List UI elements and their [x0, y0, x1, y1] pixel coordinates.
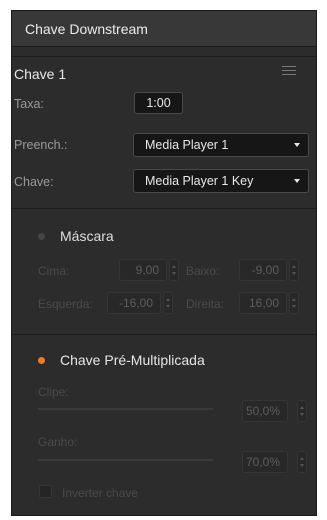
fill-source-value: Media Player 1: [145, 138, 229, 152]
section-divider: [12, 334, 317, 335]
mask-bottom-stepper[interactable]: [289, 259, 299, 281]
premult-toggle-indicator[interactable]: [38, 357, 45, 364]
mask-left-input[interactable]: -16,00: [107, 292, 161, 314]
divider: [12, 56, 316, 57]
gain-input[interactable]: 70,0%: [242, 451, 288, 473]
mask-top-stepper[interactable]: [169, 259, 179, 281]
invert-key-label: Inverter chave: [62, 486, 139, 500]
clip-slider[interactable]: [38, 408, 213, 410]
panel-header: Chave Downstream: [12, 11, 316, 47]
mask-left-label: Esquerda:: [38, 297, 93, 311]
section-divider: [12, 208, 317, 209]
clip-stepper[interactable]: [297, 400, 307, 422]
gain-stepper[interactable]: [297, 451, 307, 473]
hamburger-menu-icon[interactable]: [282, 66, 296, 78]
panel-title: Chave Downstream: [25, 20, 148, 37]
rate-label: Taxa:: [14, 97, 44, 111]
mask-right-label: Direita:: [186, 297, 225, 311]
rate-input[interactable]: 1:00: [134, 92, 183, 114]
mask-top-input[interactable]: 9,00: [119, 259, 167, 281]
mask-top-label: Cima:: [38, 264, 70, 278]
invert-key-checkbox[interactable]: [39, 485, 52, 498]
mask-toggle-indicator[interactable]: [38, 233, 45, 240]
chevron-down-icon: [294, 143, 300, 147]
key-title: Chave 1: [14, 66, 67, 82]
mask-left-stepper[interactable]: [163, 292, 173, 314]
premult-title[interactable]: Chave Pré-Multiplicada: [60, 352, 205, 368]
mask-right-input[interactable]: 16,00: [239, 292, 287, 314]
mask-bottom-input[interactable]: -9,00: [239, 259, 287, 281]
key-source-select[interactable]: Media Player 1 Key: [133, 169, 309, 193]
key-source-label: Chave:: [14, 175, 54, 189]
chevron-down-icon: [294, 179, 300, 183]
mask-right-stepper[interactable]: [289, 292, 299, 314]
fill-label: Preench.:: [14, 138, 68, 152]
fill-source-select[interactable]: Media Player 1: [133, 133, 309, 157]
mask-title[interactable]: Máscara: [60, 228, 114, 244]
key-source-value: Media Player 1 Key: [145, 174, 254, 188]
clip-input[interactable]: 50,0%: [242, 400, 288, 422]
gain-slider[interactable]: [38, 459, 213, 461]
clip-label: Clipe:: [38, 385, 69, 399]
mask-bottom-label: Baixo:: [186, 264, 220, 278]
gain-label: Ganho:: [38, 435, 78, 449]
